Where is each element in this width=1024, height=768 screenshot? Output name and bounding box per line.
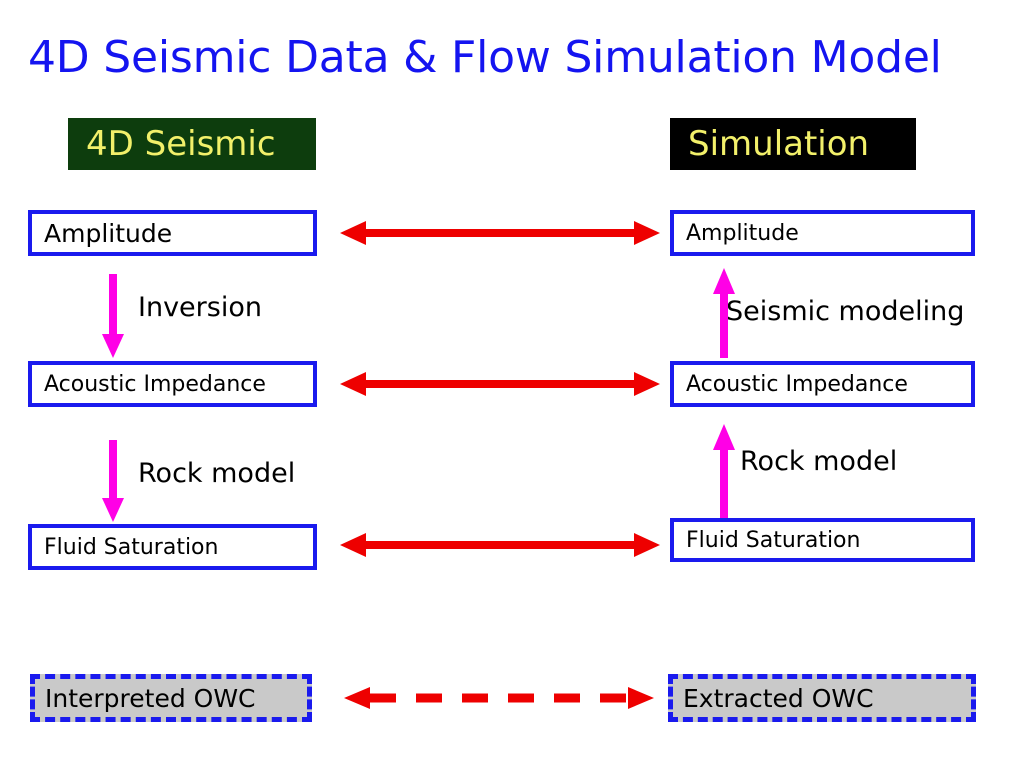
node-left-acoustic-impedance[interactable]: Acoustic Impedance [28,361,317,407]
connector-rock-model-arrow-right [713,424,735,518]
node-label: Extracted OWC [683,683,874,713]
process-label-rock-model-left: Rock model [138,458,296,489]
process-label-seismic-modeling: Seismic modeling [726,296,965,327]
process-label-rock-model-right: Rock model [740,446,898,477]
node-left-fluid-saturation[interactable]: Fluid Saturation [28,524,317,570]
node-right-acoustic-impedance[interactable]: Acoustic Impedance [670,361,975,407]
connector-rock-model-arrow-left [102,440,124,522]
column-header-4d-seismic: 4D Seismic [68,118,316,170]
process-label-inversion: Inversion [138,292,262,323]
node-label: Amplitude [686,220,799,246]
column-header-simulation: Simulation [670,118,916,170]
connector-seismic-modeling-arrow [713,268,735,358]
node-label: Acoustic Impedance [686,371,908,397]
connector-owc-link [344,687,654,709]
node-label: Fluid Saturation [686,527,861,553]
node-right-amplitude[interactable]: Amplitude [670,210,975,256]
slide-canvas: 4D Seismic Data & Flow Simulation Model … [0,0,1024,768]
connector-acoustic-impedance-link [340,372,660,396]
connector-inversion-arrow [102,274,124,358]
node-left-amplitude[interactable]: Amplitude [28,210,317,256]
node-label: Interpreted OWC [45,683,256,713]
connector-fluid-saturation-link [340,533,660,557]
page-title: 4D Seismic Data & Flow Simulation Model [28,32,942,83]
node-label: Acoustic Impedance [44,371,266,397]
connector-amplitude-link [340,221,660,245]
node-label: Amplitude [44,218,173,248]
node-interpreted-owc[interactable]: Interpreted OWC [30,674,312,722]
node-extracted-owc[interactable]: Extracted OWC [668,674,976,722]
node-right-fluid-saturation[interactable]: Fluid Saturation [670,518,975,562]
node-label: Fluid Saturation [44,534,219,560]
